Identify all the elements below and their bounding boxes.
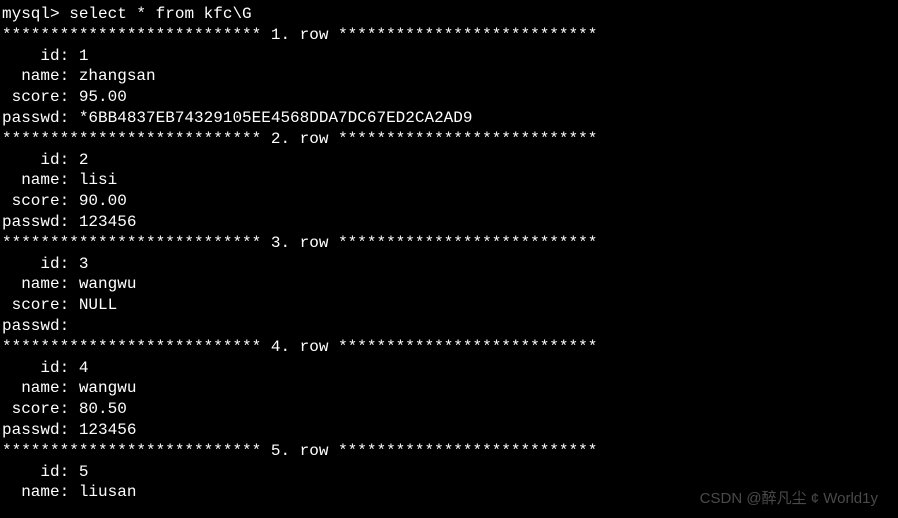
field-passwd-1: passwd: *6BB4837EB74329105EE4568DDA7DC67… (2, 108, 896, 129)
row-separator-4: *************************** 4. row *****… (2, 337, 896, 358)
terminal-output: mysql> select * from kfc\G *************… (2, 4, 896, 503)
sql-command: select * from kfc\G (69, 5, 251, 23)
row-separator-5: *************************** 5. row *****… (2, 441, 896, 462)
field-score-3: score: NULL (2, 295, 896, 316)
field-name-2: name: lisi (2, 170, 896, 191)
row-separator-3: *************************** 3. row *****… (2, 233, 896, 254)
mysql-prompt: mysql> (2, 5, 69, 23)
command-line[interactable]: mysql> select * from kfc\G (2, 4, 896, 25)
field-id-3: id: 3 (2, 254, 896, 275)
field-id-4: id: 4 (2, 358, 896, 379)
field-score-2: score: 90.00 (2, 191, 896, 212)
field-name-4: name: wangwu (2, 378, 896, 399)
field-id-2: id: 2 (2, 150, 896, 171)
field-name-1: name: zhangsan (2, 66, 896, 87)
field-id-1: id: 1 (2, 46, 896, 67)
field-name-3: name: wangwu (2, 274, 896, 295)
field-id-5: id: 5 (2, 462, 896, 483)
field-passwd-3: passwd: (2, 316, 896, 337)
field-passwd-2: passwd: 123456 (2, 212, 896, 233)
row-separator-1: *************************** 1. row *****… (2, 25, 896, 46)
field-passwd-4: passwd: 123456 (2, 420, 896, 441)
field-score-4: score: 80.50 (2, 399, 896, 420)
watermark-text: CSDN @醉凡尘 ¢ World1y (700, 489, 878, 509)
row-separator-2: *************************** 2. row *****… (2, 129, 896, 150)
field-score-1: score: 95.00 (2, 87, 896, 108)
